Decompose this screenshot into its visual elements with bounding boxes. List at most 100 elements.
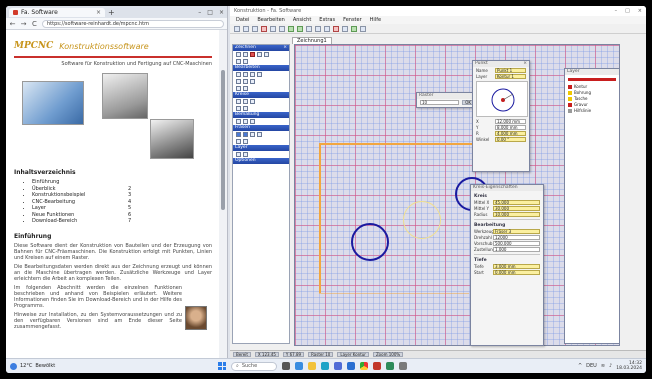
- circle-center-icon[interactable]: [236, 99, 241, 104]
- point-layer-input[interactable]: Kontur 1: [495, 74, 526, 79]
- contour-line[interactable]: [319, 143, 479, 145]
- layer-item[interactable]: Kontur: [568, 84, 616, 89]
- layer-add-icon[interactable]: [236, 152, 241, 157]
- start-depth-input[interactable]: 0.000 mm: [493, 270, 540, 275]
- dim-linear-icon[interactable]: [236, 119, 241, 124]
- point-angle-input[interactable]: 0.00 °: [495, 137, 526, 142]
- snap-icon[interactable]: [315, 25, 321, 32]
- circle-tangent-icon[interactable]: [250, 99, 255, 104]
- spindle-input[interactable]: 12000: [493, 235, 540, 240]
- ellipse-tool-icon[interactable]: [236, 106, 241, 111]
- text-tool-icon[interactable]: [236, 59, 241, 64]
- trim-tool-icon[interactable]: [236, 79, 241, 84]
- dim-angle-icon[interactable]: [250, 119, 255, 124]
- language-indicator[interactable]: DEU: [586, 363, 597, 369]
- layer-item[interactable]: Tasche: [568, 96, 616, 101]
- contour-line[interactable]: [319, 293, 469, 294]
- document-tab[interactable]: Zeichnung1: [292, 37, 332, 44]
- layer-item[interactable]: Hilfslinie: [568, 108, 616, 113]
- dialog-close-icon[interactable]: ×: [523, 61, 527, 67]
- zoom-in-icon[interactable]: [288, 25, 294, 32]
- tool-select[interactable]: Fräser 3: [493, 229, 540, 234]
- clock[interactable]: 14:32 18.03.2024: [616, 361, 642, 371]
- menu-edit[interactable]: Bearbeiten: [257, 17, 284, 23]
- start-button[interactable]: [218, 362, 226, 370]
- hole-tool-icon[interactable]: [243, 106, 248, 111]
- line-tool-icon[interactable]: [243, 52, 248, 57]
- scale-tool-icon[interactable]: [243, 86, 248, 91]
- open-file-icon[interactable]: [243, 25, 249, 32]
- mill-pocket-icon[interactable]: [243, 132, 248, 137]
- settings-icon[interactable]: [360, 25, 366, 32]
- zoom-out-icon[interactable]: [297, 25, 303, 32]
- browser-tab[interactable]: Fa. Software ×: [9, 7, 105, 17]
- mill-contour-icon[interactable]: [236, 132, 241, 137]
- delete-icon[interactable]: [333, 25, 339, 32]
- menu-view[interactable]: Ansicht: [293, 17, 311, 23]
- mail-icon[interactable]: [347, 362, 355, 370]
- engrave-icon[interactable]: [257, 132, 262, 137]
- center-x-input[interactable]: 45.000: [493, 200, 540, 205]
- volume-icon[interactable]: ♪: [609, 363, 612, 369]
- save-icon[interactable]: [252, 25, 258, 32]
- layer-item[interactable]: Gravur: [568, 102, 616, 107]
- new-tab-button[interactable]: +: [108, 8, 115, 17]
- run-icon[interactable]: [351, 25, 357, 32]
- move-tool-icon[interactable]: [236, 72, 241, 77]
- app-close-button[interactable]: ×: [638, 8, 642, 14]
- close-button[interactable]: ×: [219, 9, 224, 16]
- layer-remove-icon[interactable]: [243, 152, 248, 157]
- copy-tool-icon[interactable]: [257, 72, 262, 77]
- explorer-icon[interactable]: [308, 362, 316, 370]
- tab-close-icon[interactable]: ×: [96, 9, 101, 16]
- print-icon[interactable]: [261, 25, 267, 32]
- simulate-icon[interactable]: [243, 139, 248, 144]
- rotate-tool-icon[interactable]: [243, 72, 248, 77]
- circle-shape-selected[interactable]: [403, 201, 441, 239]
- center-y-input[interactable]: 30.000: [493, 206, 540, 211]
- task-view-icon[interactable]: [282, 362, 290, 370]
- layer-item[interactable]: Bohrung: [568, 90, 616, 95]
- mirror-tool-icon[interactable]: [250, 72, 255, 77]
- list-item[interactable]: Download-Bereich7: [32, 218, 212, 225]
- radius-input[interactable]: 10.000: [493, 212, 540, 217]
- wifi-icon[interactable]: ≋: [601, 363, 605, 369]
- photos-icon[interactable]: [386, 362, 394, 370]
- point-name-input[interactable]: Punkt 1: [495, 68, 526, 73]
- app-minimize-button[interactable]: –: [615, 8, 618, 14]
- menu-help[interactable]: Hilfe: [370, 17, 381, 23]
- forward-button[interactable]: →: [20, 20, 27, 28]
- taskbar-search[interactable]: ⌕ Suche: [231, 361, 277, 371]
- fillet-tool-icon[interactable]: [250, 79, 255, 84]
- widgets-icon[interactable]: [295, 362, 303, 370]
- raster-input[interactable]: 10: [420, 100, 460, 105]
- point-x-input[interactable]: 12.000 mm: [495, 119, 526, 124]
- circle-shape[interactable]: [351, 223, 389, 261]
- reload-button[interactable]: C: [31, 20, 38, 28]
- settings-icon[interactable]: [399, 362, 407, 370]
- menu-window[interactable]: Fenster: [343, 17, 362, 23]
- weather-widget[interactable]: 12°C Bewölkt: [10, 362, 70, 370]
- circle-3pt-icon[interactable]: [243, 99, 248, 104]
- scroll-thumb[interactable]: [221, 70, 225, 210]
- offset-tool-icon[interactable]: [236, 86, 241, 91]
- chrome-icon[interactable]: [360, 362, 368, 370]
- cad-app-icon[interactable]: [373, 362, 381, 370]
- point-tool-icon[interactable]: [236, 52, 241, 57]
- app-maximize-button[interactable]: □: [625, 8, 630, 14]
- edge-icon[interactable]: [321, 362, 329, 370]
- measure-icon[interactable]: [342, 25, 348, 32]
- contour-line[interactable]: [319, 143, 321, 293]
- tool-section-header[interactable]: Optionen: [233, 158, 289, 164]
- drill-icon[interactable]: [250, 132, 255, 137]
- dim-radius-icon[interactable]: [243, 119, 248, 124]
- stepdown-input[interactable]: 1.000: [493, 247, 540, 252]
- depth-input[interactable]: 3.000 mm: [493, 264, 540, 269]
- redo-icon[interactable]: [279, 25, 285, 32]
- arc-tool-icon[interactable]: [264, 52, 269, 57]
- menu-extras[interactable]: Extras: [319, 17, 335, 23]
- minimize-button[interactable]: –: [198, 9, 201, 16]
- menu-file[interactable]: Datei: [236, 17, 249, 23]
- site-logo[interactable]: MPCNC: [14, 41, 53, 51]
- back-button[interactable]: ←: [9, 20, 16, 28]
